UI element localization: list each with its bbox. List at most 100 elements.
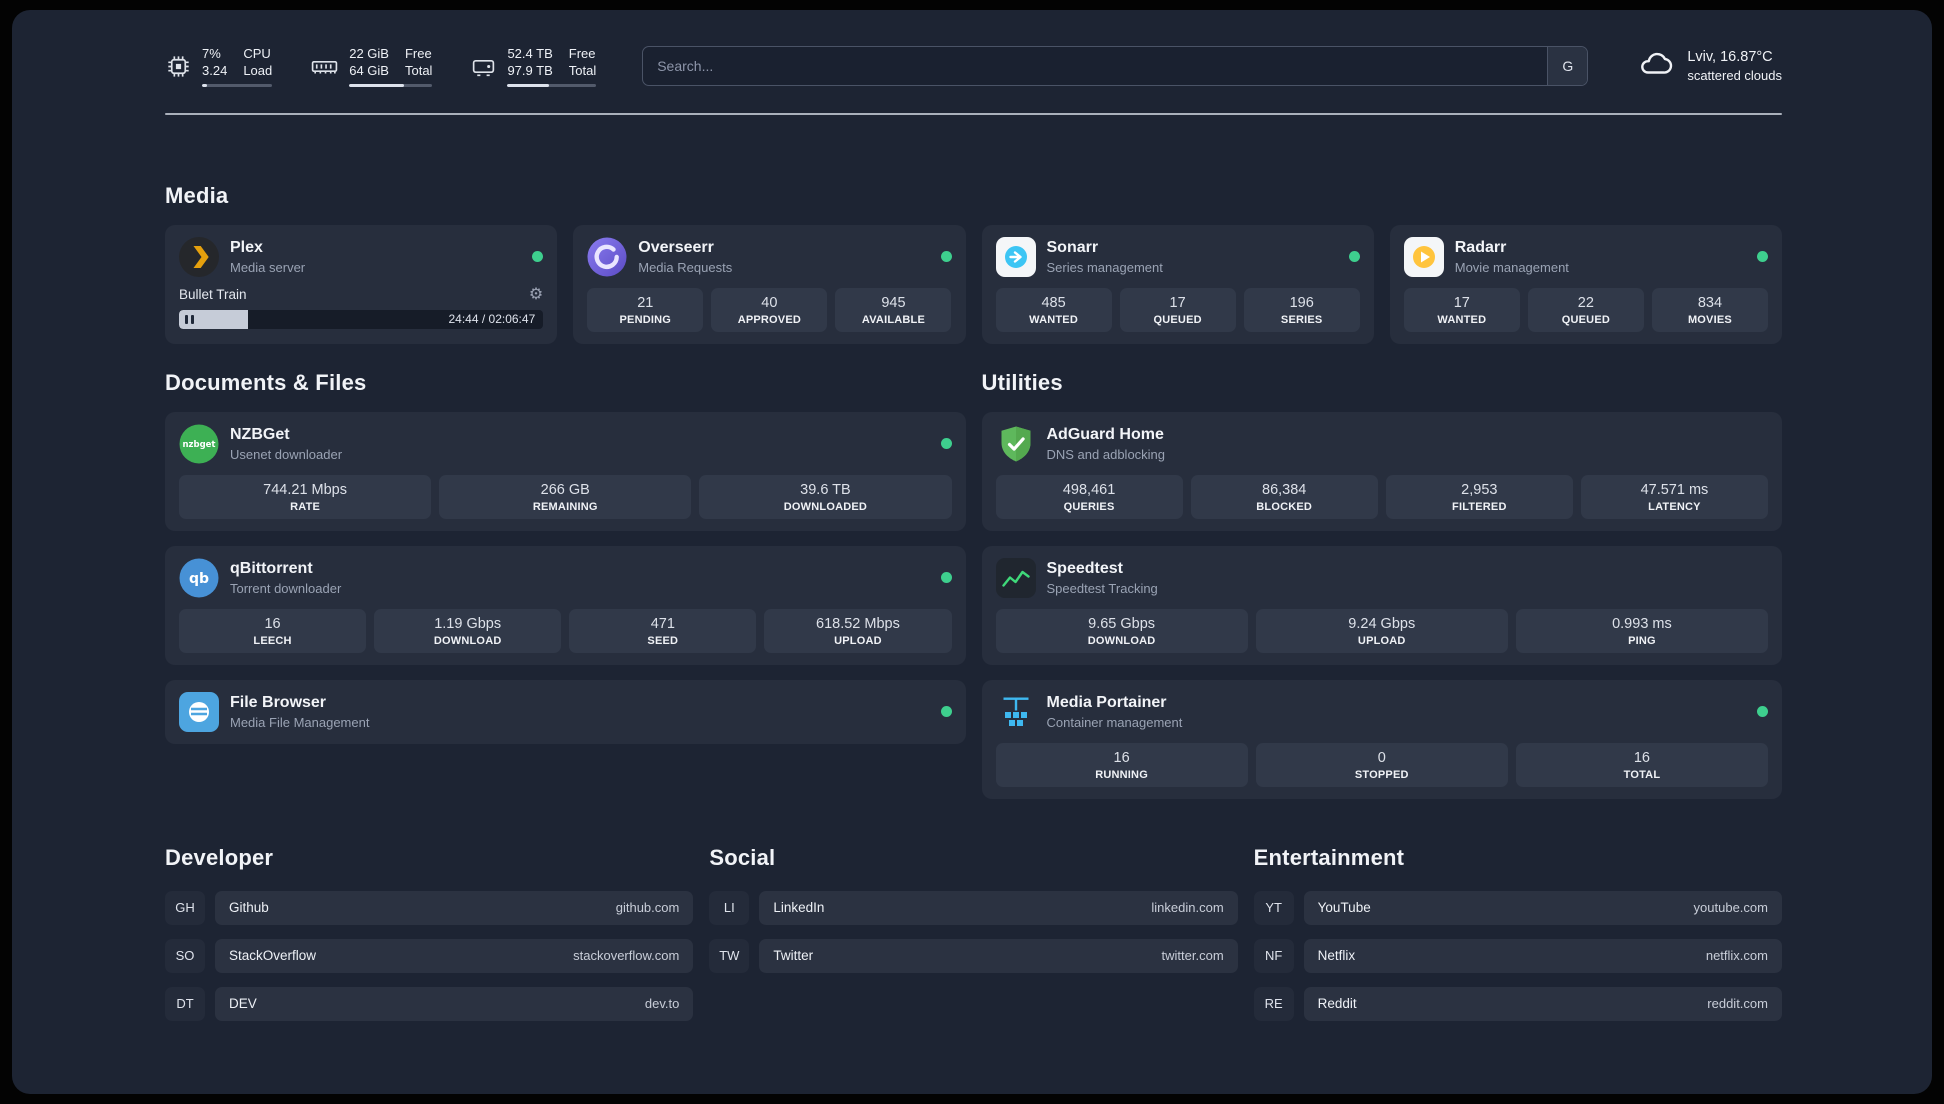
developer-bookmarks: Developer GH Github github.com SO StackO… <box>165 844 694 1035</box>
stat-tile: 485 WANTED <box>995 287 1112 332</box>
overseerr-card[interactable]: Overseerr Media Requests 21 PENDING 40 APP… <box>573 224 966 344</box>
plex-card[interactable]: Plex Media server Bullet Train ⚙ 24:44 /… <box>165 224 558 344</box>
cloud-icon <box>1634 47 1676 86</box>
stat-tile: 471 SEED <box>569 608 757 653</box>
ram-stat: 22 GiB 64 GiB Free Total <box>310 46 433 87</box>
search-provider-button[interactable]: G <box>1547 47 1588 86</box>
qbittorrent-icon: qb <box>179 558 219 598</box>
weather-description: scattered clouds <box>1687 68 1782 84</box>
weather-location-temp: Lviv, 16.87°C <box>1687 48 1773 65</box>
app-name: Media Portainer <box>1046 694 1167 712</box>
nzbget-icon: nzbget <box>179 424 219 464</box>
app-name: Speedtest <box>1046 560 1123 578</box>
adguard-icon <box>996 424 1036 464</box>
status-dot <box>532 251 544 263</box>
sonarr-card[interactable]: Sonarr Series management 485 WANTED 17 QUE… <box>981 224 1374 344</box>
topbar-divider <box>165 112 1782 115</box>
utilities-section-title: Utilities <box>981 369 1063 395</box>
bookmark-link-dev[interactable]: DEV dev.to <box>215 986 694 1021</box>
bookmark-row-linkedin: LI LinkedIn linkedin.com <box>709 890 1238 925</box>
entertainment-bookmarks: Entertainment YT YouTube youtube.com NF … <box>1253 845 1782 1035</box>
bookmark-abbr: DT <box>165 986 205 1021</box>
app-subtitle: Speedtest Tracking <box>1046 581 1158 597</box>
top-bar: 7% 3.24 CPU Load 22 GiB 64 GiB Free Tota… <box>165 46 1782 87</box>
social-section-title: Social <box>709 844 776 870</box>
app-name: Radarr <box>1454 239 1507 257</box>
speedtest-icon <box>995 557 1036 598</box>
app-subtitle: Container management <box>1046 715 1183 731</box>
stat-tile: 16 RUNNING <box>995 742 1248 787</box>
qbittorrent-card[interactable]: qb qBittorrent Torrent downloader 16 LEEC… <box>165 545 966 665</box>
bookmark-abbr: LI <box>709 890 750 925</box>
utilities-section: Utilities AdGuard Home DNS and adblockin… <box>981 369 1782 799</box>
bookmark-abbr: YT <box>1253 890 1294 925</box>
pause-icon[interactable] <box>185 314 194 324</box>
stat-tile: 9.24 Gbps UPLOAD <box>1255 608 1508 653</box>
app-subtitle: Media File Management <box>230 715 370 731</box>
stat-tile: 744.21 Mbps RATE <box>179 474 432 519</box>
bookmark-link-stackoverflow[interactable]: StackOverflow stackoverflow.com <box>215 938 694 973</box>
ram-total-label: Total <box>404 62 433 78</box>
stat-tile: 498,461 QUERIES <box>995 474 1183 519</box>
adguard-card[interactable]: AdGuard Home DNS and adblocking 498,461 Q… <box>981 411 1782 531</box>
app-name: qBittorrent <box>230 560 313 578</box>
stat-tile: 0.993 ms PING <box>1515 608 1769 653</box>
playback-progress-bar[interactable]: 24:44 / 02:06:47 <box>179 309 544 329</box>
disk-usage-bar <box>507 83 597 87</box>
stat-tile: 834 MOVIES <box>1651 287 1768 332</box>
stat-tile: 2,953 FILTERED <box>1385 474 1573 519</box>
app-subtitle: Movie management <box>1454 260 1569 276</box>
portainer-card[interactable]: Media Portainer Container management 16 R… <box>981 679 1782 799</box>
bookmark-link-youtube[interactable]: YouTube youtube.com <box>1303 890 1782 925</box>
radarr-card[interactable]: Radarr Movie management 17 WANTED 22 QUEUE… <box>1389 224 1782 344</box>
system-stats-group: 7% 3.24 CPU Load 22 GiB 64 GiB Free Tota… <box>165 46 597 87</box>
disk-total-value: 97.9 TB <box>507 62 553 78</box>
status-dot <box>940 706 952 718</box>
status-dot <box>940 572 952 584</box>
stat-tile: 22 QUEUED <box>1527 287 1644 332</box>
disk-icon <box>470 53 497 80</box>
bookmark-link-twitter[interactable]: Twitter twitter.com <box>759 938 1238 973</box>
status-dot <box>1757 251 1768 263</box>
search-input[interactable] <box>643 47 1548 86</box>
bookmark-row-github: GH Github github.com <box>165 890 694 925</box>
developer-section-title: Developer <box>165 844 274 870</box>
playback-time: 24:44 / 02:06:47 <box>448 312 536 327</box>
bookmark-abbr: SO <box>165 938 205 973</box>
status-dot <box>1348 251 1360 263</box>
disk-free-label: Free <box>568 46 596 61</box>
app-subtitle: Media Requests <box>638 260 733 276</box>
cpu-percent: 7% <box>202 46 221 61</box>
now-playing-title: Bullet Train <box>179 287 247 303</box>
bookmark-link-github[interactable]: Github github.com <box>215 890 694 925</box>
app-subtitle: Usenet downloader <box>230 447 343 463</box>
dashboard-panel: 7% 3.24 CPU Load 22 GiB 64 GiB Free Tota… <box>12 10 1932 1094</box>
bookmark-abbr: RE <box>1253 986 1294 1021</box>
app-name: NZBGet <box>230 426 290 444</box>
app-subtitle: Series management <box>1046 260 1163 276</box>
media-section-title: Media <box>165 182 229 208</box>
bookmark-link-netflix[interactable]: Netflix netflix.com <box>1303 938 1782 973</box>
filebrowser-card[interactable]: File Browser Media File Management <box>165 679 966 744</box>
bookmark-link-reddit[interactable]: Reddit reddit.com <box>1303 986 1782 1021</box>
stat-tile: 945 AVAILABLE <box>835 287 952 332</box>
bookmark-row-twitter: TW Twitter twitter.com <box>709 938 1238 973</box>
speedtest-card[interactable]: Speedtest Speedtest Tracking 9.65 Gbps DO… <box>981 545 1782 665</box>
cpu-icon <box>165 53 192 80</box>
nzbget-card[interactable]: nzbget NZBGet Usenet downloader 744.21 M… <box>165 411 966 531</box>
overseerr-icon <box>587 237 627 277</box>
ram-usage-bar <box>349 83 433 87</box>
radarr-icon <box>1403 236 1444 277</box>
playback-progress-fill <box>179 309 249 329</box>
bookmark-link-linkedin[interactable]: LinkedIn linkedin.com <box>759 890 1238 925</box>
screenshot-frame: 7% 3.24 CPU Load 22 GiB 64 GiB Free Tota… <box>0 0 1944 1104</box>
bookmark-row-stackoverflow: SO StackOverflow stackoverflow.com <box>165 938 694 973</box>
svg-text:qb: qb <box>189 571 209 587</box>
weather-widget: Lviv, 16.87°C scattered clouds <box>1634 47 1782 86</box>
documents-section: Documents & Files nzbget NZBGet Usenet d… <box>165 370 966 744</box>
gear-icon[interactable]: ⚙ <box>529 286 543 303</box>
app-name: Sonarr <box>1046 239 1099 257</box>
sonarr-icon <box>995 236 1036 277</box>
stat-tile: 21 PENDING <box>587 287 704 332</box>
bookmark-abbr: TW <box>709 938 750 973</box>
